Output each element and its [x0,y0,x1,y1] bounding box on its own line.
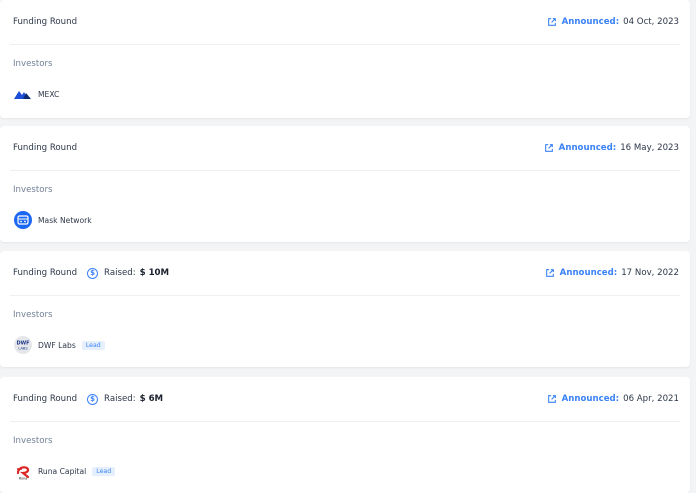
announced-label: Announced: [558,143,617,153]
dollar-circle-icon: $ [87,393,99,405]
investors-title: Investors [13,436,53,446]
funding-round-card: Funding Round $ Raised: $ 6M Announced: … [0,377,690,493]
raised-info: $ Raised: $ 10M [87,267,170,279]
external-link-icon [547,18,556,26]
announced-date: 16 May, 2023 [620,143,679,153]
dollar-circle-icon: $ [87,267,99,279]
investor-item[interactable]: MEXC [0,81,690,107]
runa-capital-logo-icon: Runa [13,461,33,481]
round-label: Funding Round [13,143,78,153]
dwf-labs-logo-icon: DWF LABS [13,335,33,355]
round-title-group: Funding Round $ Raised: $ 6M [13,393,164,405]
funding-rounds-list: Funding Round Announced: 04 Oct, 2023 In… [0,0,696,493]
external-link-icon [544,144,553,152]
round-label: Funding Round [13,268,78,278]
round-title-group: Funding Round $ Raised: $ 10M [13,267,170,279]
lead-badge: Lead [81,340,105,350]
announced-label: Announced: [561,17,620,27]
svg-text:Runa: Runa [19,477,28,481]
round-label: Funding Round [13,17,78,27]
funding-round-card: Funding Round $ Raised: $ 10M Announced:… [0,251,690,367]
investor-name[interactable]: Runa Capital [38,467,86,476]
investor-item[interactable]: DWF LABS DWF Labs Lead [0,332,690,358]
announced-date: 06 Apr, 2021 [623,394,679,404]
investor-name[interactable]: DWF Labs [38,341,76,350]
round-label: Funding Round [13,394,78,404]
round-title-group: Funding Round [13,17,77,27]
raised-amount: $ 10M [139,268,170,278]
mexc-logo-icon [13,84,33,104]
announced-label: Announced: [561,394,620,404]
investor-item[interactable]: Mask Network [0,207,690,233]
round-title-group: Funding Round [13,143,77,153]
announced-date: 17 Nov, 2022 [621,268,679,278]
external-link-icon [545,269,554,277]
mask-network-logo-icon [13,210,33,230]
funding-round-card: Funding Round Announced: 16 May, 2023 In… [0,126,690,242]
round-header: Funding Round $ Raised: $ 10M Announced:… [0,251,690,295]
raised-label: Raised: [104,268,136,278]
external-link-icon [547,395,556,403]
raised-amount: $ 6M [139,394,164,404]
announced-link[interactable]: Announced: 04 Oct, 2023 [547,17,679,27]
round-header: Funding Round Announced: 16 May, 2023 [0,126,690,170]
investor-item[interactable]: Runa Runa Capital Lead [0,458,690,484]
raised-info: $ Raised: $ 6M [87,393,164,405]
investor-name[interactable]: Mask Network [38,216,92,225]
announced-link[interactable]: Announced: 16 May, 2023 [544,143,679,153]
announced-link[interactable]: Announced: 17 Nov, 2022 [545,268,679,278]
investors-title: Investors [13,310,53,320]
announced-date: 04 Oct, 2023 [623,17,679,27]
svg-text:LABS: LABS [18,347,28,351]
round-header: Funding Round $ Raised: $ 6M Announced: … [0,377,690,421]
announced-label: Announced: [559,268,618,278]
funding-round-card: Funding Round Announced: 04 Oct, 2023 In… [0,0,690,118]
raised-label: Raised: [104,394,136,404]
investors-title: Investors [13,59,53,69]
investors-title: Investors [13,185,53,195]
investor-name[interactable]: MEXC [38,90,59,99]
round-header: Funding Round Announced: 04 Oct, 2023 [0,0,690,44]
announced-link[interactable]: Announced: 06 Apr, 2021 [547,394,679,404]
lead-badge: Lead [92,466,116,476]
